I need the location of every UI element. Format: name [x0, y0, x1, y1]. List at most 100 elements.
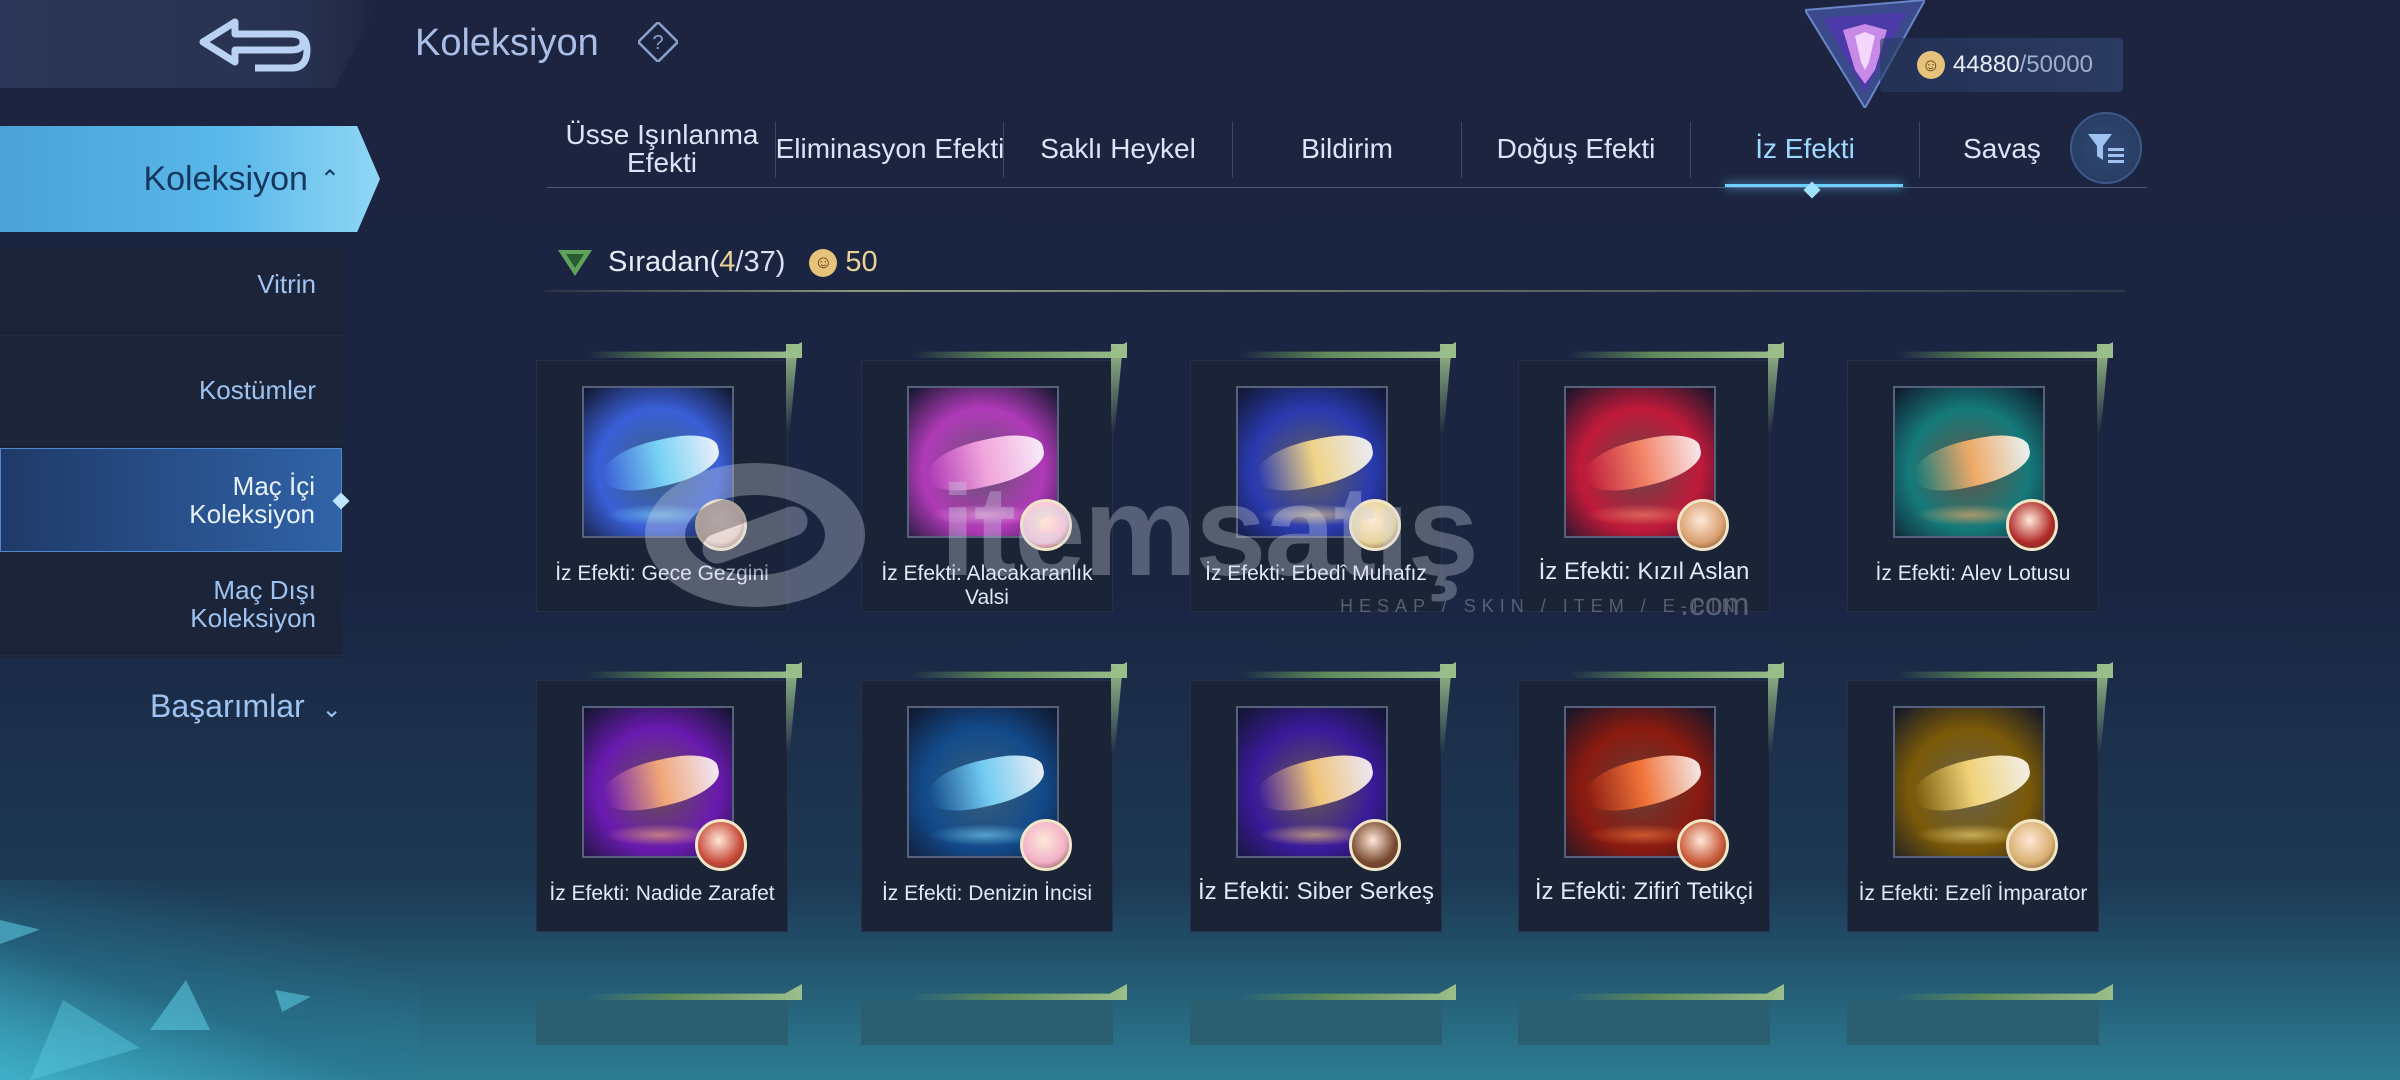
- effect-label: İz Efekti: Zifirî Tetikçi: [1534, 878, 1754, 905]
- tab-iz-efekti[interactable]: İz Efekti: [1690, 110, 1920, 188]
- card-trim: [2097, 664, 2109, 754]
- effect-card[interactable]: İz Efekti: Gece Gezgini: [536, 342, 802, 612]
- currency-current: 44880: [1952, 51, 2020, 78]
- effect-label: İz Efekti: Ebedî Muhafız: [1205, 562, 1427, 585]
- sidebar-basarimlar-label: Başarımlar: [150, 688, 305, 724]
- filter-icon: [2088, 134, 2124, 163]
- card-trim: [1897, 662, 2113, 678]
- card-trim: [586, 984, 802, 1000]
- effect-card[interactable]: İz Efekti: Denizin İncisi: [861, 662, 1127, 932]
- effect-card[interactable]: İz Efekti: Siber Serkeş: [1190, 662, 1456, 932]
- card-trim: [786, 664, 798, 754]
- coin-icon: ☺: [809, 248, 838, 277]
- effect-card[interactable]: İz Efekti: Ezelî İmparator: [1847, 662, 2113, 932]
- card-trim: [911, 984, 1127, 1000]
- tab-label: Savaş: [1963, 133, 2041, 164]
- tab-label: İz Efekti: [1755, 133, 1855, 164]
- sidebar-item-label: Vitrin: [257, 268, 316, 299]
- card-trim: [1568, 342, 1784, 358]
- tab-sakli-heykel[interactable]: Saklı Heykel: [1003, 110, 1233, 188]
- currency-display: ☺ 44880/50000: [1880, 38, 2123, 92]
- question-icon[interactable]: ?: [638, 22, 678, 62]
- tab-label: Saklı Heykel: [1040, 133, 1196, 164]
- card-trim: [1240, 662, 1456, 678]
- effect-label: İz Efekti: Ezelî İmparator: [1858, 882, 2088, 905]
- sidebar-koleksiyon-label: Koleksiyon: [143, 159, 308, 198]
- card-trim: [1111, 344, 1123, 434]
- effect-swoosh: [598, 428, 724, 498]
- tab-label: Bildirim: [1301, 133, 1393, 164]
- card-trim: [586, 342, 802, 358]
- effect-card[interactable]: İz Efekti: Alev Lotusu: [1847, 342, 2113, 612]
- card-partial[interactable]: [1847, 984, 2113, 1045]
- filter-button[interactable]: [2070, 112, 2142, 184]
- card-trim: [1897, 984, 2113, 1000]
- hero-avatar: [2006, 819, 2058, 871]
- sidebar-item-label: Maç Dışı Koleksiyon: [190, 574, 316, 633]
- section-count-owned: 4: [719, 246, 736, 278]
- card-partial[interactable]: [536, 984, 802, 1045]
- card-partial[interactable]: [861, 984, 1127, 1045]
- sidebar-koleksiyon[interactable]: Koleksiyon ⌃: [0, 126, 380, 232]
- card-trim: [1240, 342, 1456, 358]
- effect-swoosh: [1252, 748, 1378, 818]
- rarity-chevron-icon: [558, 249, 592, 276]
- hero-avatar: [695, 819, 747, 871]
- hero-avatar: [1349, 819, 1401, 871]
- effect-label: İz Efekti: Alev Lotusu: [1875, 562, 2071, 585]
- tab-label: Doğuş Efekti: [1496, 133, 1656, 164]
- coin-icon: ☺: [1916, 51, 1945, 79]
- effect-card[interactable]: İz Efekti: Zifirî Tetikçi: [1518, 662, 1784, 932]
- svg-text:?: ?: [652, 32, 663, 54]
- effect-swoosh: [598, 748, 724, 818]
- card-trim: [1111, 664, 1123, 754]
- hero-avatar: [1020, 819, 1072, 871]
- card-trim: [911, 342, 1127, 358]
- section-reward-value: 50: [845, 246, 878, 278]
- card-trim: [1768, 664, 1780, 754]
- card-trim: [1440, 344, 1452, 434]
- tab-bildirim[interactable]: Bildirim: [1232, 110, 1462, 188]
- card-trim: [911, 662, 1127, 678]
- effect-card[interactable]: İz Efekti: Ebedî Muhafız: [1190, 342, 1456, 612]
- sidebar-item-vitrin[interactable]: Vitrin: [0, 232, 342, 336]
- hero-avatar: [1677, 499, 1729, 551]
- tab-usse-isinlanma[interactable]: Üsse Işınlanma Efekti: [547, 110, 777, 188]
- effect-label: İz Efekti: Siber Serkeş: [1197, 878, 1435, 905]
- sidebar-item-label: Maç İçi Koleksiyon: [189, 471, 315, 529]
- chevron-down-icon: ⌄: [321, 696, 342, 723]
- effect-label: İz Efekti: Kızıl Aslan: [1538, 558, 1750, 585]
- card-partial[interactable]: [1518, 984, 1784, 1045]
- sidebar-item-kostumler[interactable]: Kostümler: [0, 338, 342, 442]
- card-trim: [1568, 984, 1784, 1000]
- card-trim: [1240, 984, 1456, 1000]
- hero-avatar: [695, 499, 747, 551]
- hero-avatar: [1349, 499, 1401, 551]
- effect-swoosh: [1580, 748, 1706, 818]
- sidebar-basarimlar[interactable]: Başarımlar ⌄: [150, 688, 342, 725]
- effect-swoosh: [923, 748, 1049, 818]
- effect-swoosh: [1909, 428, 2035, 498]
- section-count-total: /37): [735, 246, 786, 278]
- tab-eliminasyon[interactable]: Eliminasyon Efekti: [775, 110, 1005, 188]
- sidebar-item-mac-disi-koleksiyon[interactable]: Maç Dışı Koleksiyon: [0, 552, 342, 656]
- back-arrow-icon: [199, 18, 311, 72]
- effect-card[interactable]: İz Efekti: Alacakaranlık Valsi: [861, 342, 1127, 612]
- effect-label: İz Efekti: Alacakaranlık Valsi: [881, 562, 1093, 609]
- back-button[interactable]: [0, 0, 380, 88]
- sidebar-item-mac-ici-koleksiyon[interactable]: Maç İçi Koleksiyon: [0, 448, 342, 552]
- section-title: Sıradan: [608, 246, 710, 278]
- effect-card[interactable]: İz Efekti: Kızıl Aslan: [1518, 342, 1784, 612]
- effect-card[interactable]: İz Efekti: Nadide Zarafet: [536, 662, 802, 932]
- section-count-open: (: [709, 246, 720, 278]
- section-header: Sıradan(4/37) ☺ 50: [558, 246, 878, 279]
- sidebar-item-label: Kostümler: [198, 374, 316, 405]
- card-trim: [586, 662, 802, 678]
- card-partial[interactable]: [1190, 984, 1456, 1045]
- chevron-up-icon: ⌃: [319, 165, 340, 193]
- tab-label: Eliminasyon Efekti: [775, 133, 1005, 164]
- effect-label: İz Efekti: Denizin İncisi: [881, 882, 1093, 905]
- card-trim: [786, 344, 798, 434]
- tab-dogus-efekti[interactable]: Doğuş Efekti: [1461, 110, 1691, 188]
- effect-label: İz Efekti: Nadide Zarafet: [549, 882, 775, 905]
